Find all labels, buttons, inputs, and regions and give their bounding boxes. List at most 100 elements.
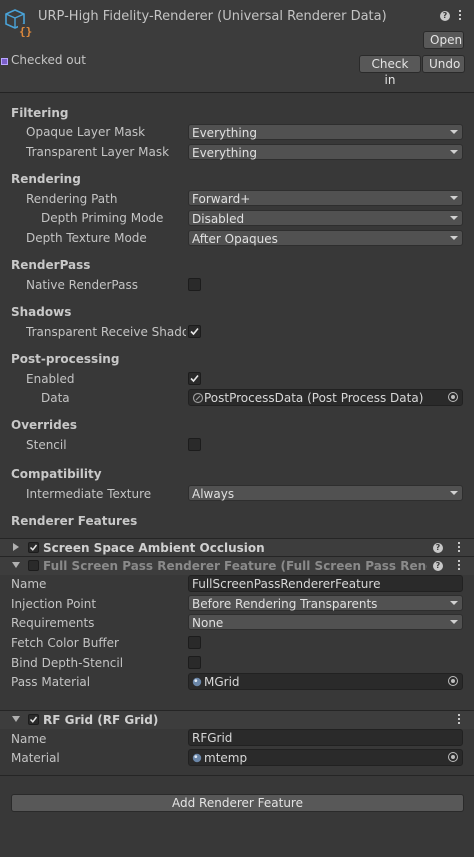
dropdown-arrow-icon [450, 216, 458, 220]
rf-grid-name-label: Name [11, 732, 47, 746]
dropdown-arrow-icon [450, 130, 458, 134]
rf-grid-material-label: Material [11, 751, 60, 765]
requirements-label: Requirements [11, 616, 95, 630]
transparent-layer-mask-dropdown[interactable]: Everything [188, 144, 463, 160]
injection-point-label: Injection Point [11, 597, 97, 611]
more-options-icon[interactable] [458, 714, 461, 726]
opaque-layer-mask-label: Opaque Layer Mask [26, 125, 146, 139]
opaque-layer-mask-value: Everything [192, 126, 257, 140]
pass-material-value: MGrid [204, 675, 240, 689]
section-overrides: Overrides [11, 418, 77, 432]
fullscreen-name-input[interactable]: FullScreenPassRendererFeature [188, 575, 463, 592]
native-renderpass-label: Native RenderPass [26, 278, 138, 292]
fullscreen-name-value: FullScreenPassRendererFeature [192, 577, 381, 591]
transparent-receive-shadows-label: Transparent Receive Shadows [26, 325, 186, 339]
rf-grid-name-value: RFGrid [192, 731, 233, 745]
ssao-enabled-checkbox[interactable] [28, 542, 39, 553]
checkmark-icon [190, 327, 199, 336]
dropdown-arrow-icon [450, 150, 458, 154]
stencil-checkbox[interactable] [188, 438, 201, 451]
native-renderpass-checkbox[interactable] [188, 278, 201, 291]
transparent-layer-mask-label: Transparent Layer Mask [26, 145, 170, 159]
section-filtering: Filtering [11, 106, 69, 120]
section-post-processing: Post-processing [11, 352, 120, 366]
foldout-expanded-icon[interactable] [12, 561, 20, 569]
dropdown-arrow-icon [450, 491, 458, 495]
fetch-color-buffer-checkbox[interactable] [188, 636, 201, 649]
depth-texture-mode-dropdown[interactable]: After Opaques [188, 230, 463, 246]
bind-depth-stencil-label: Bind Depth-Stencil [11, 656, 124, 670]
post-process-data-field[interactable]: PostProcessData (Post Process Data) [188, 389, 463, 406]
checked-out-badge-icon [1, 58, 8, 65]
object-picker-icon[interactable] [448, 752, 458, 762]
fetch-color-buffer-label: Fetch Color Buffer [11, 636, 119, 650]
depth-priming-mode-dropdown[interactable]: Disabled [188, 210, 463, 226]
material-icon [192, 753, 202, 763]
intermediate-texture-label: Intermediate Texture [26, 487, 152, 501]
opaque-layer-mask-dropdown[interactable]: Everything [188, 124, 463, 140]
foldout-collapsed-icon[interactable] [12, 543, 20, 551]
section-renderpass: RenderPass [11, 258, 91, 272]
more-options-icon[interactable] [458, 542, 461, 554]
feature-header-ssao[interactable]: Screen Space Ambient Occlusion ? [0, 538, 474, 557]
pass-material-label: Pass Material [11, 675, 91, 689]
injection-point-dropdown[interactable]: Before Rendering Transparents [188, 595, 463, 611]
rendering-path-dropdown[interactable]: Forward+ [188, 190, 463, 206]
rendering-path-value: Forward+ [192, 192, 251, 206]
checkmark-icon [29, 544, 38, 551]
post-processing-enabled-checkbox[interactable] [188, 372, 201, 385]
feature-header-rf-grid[interactable]: RF Grid (RF Grid) [0, 710, 474, 729]
post-process-data-value: PostProcessData (Post Process Data) [204, 391, 424, 405]
open-button[interactable]: Open [423, 31, 464, 49]
foldout-expanded-icon[interactable] [12, 715, 20, 723]
scriptable-object-icon [192, 392, 204, 404]
rf-grid-material-value: mtemp [204, 751, 248, 765]
transparent-receive-shadows-checkbox[interactable] [188, 325, 201, 338]
divider [0, 775, 474, 776]
inspector-header: {} URP-High Fidelity-Renderer (Universal… [0, 0, 474, 93]
dropdown-arrow-icon [450, 601, 458, 605]
fullscreen-pass-enabled-checkbox[interactable] [28, 560, 39, 571]
checked-out-label: Checked out [11, 53, 86, 67]
section-compatibility: Compatibility [11, 467, 102, 481]
post-process-data-label: Data [41, 391, 70, 405]
dropdown-arrow-icon [450, 236, 458, 240]
renderer-asset-icon: {} [4, 8, 34, 38]
intermediate-texture-dropdown[interactable]: Always [188, 485, 463, 501]
help-icon[interactable]: ? [440, 11, 450, 21]
requirements-value: None [192, 616, 224, 630]
object-picker-icon[interactable] [448, 392, 458, 402]
rf-grid-material-field[interactable]: mtemp [188, 749, 463, 766]
depth-texture-mode-value: After Opaques [192, 232, 278, 246]
check-in-button[interactable]: Check in [359, 55, 421, 87]
post-processing-enabled-label: Enabled [26, 372, 75, 386]
stencil-label: Stencil [26, 438, 67, 452]
fullscreen-pass-title: Full Screen Pass Renderer Feature (Full … [43, 559, 427, 573]
section-renderer-features: Renderer Features [11, 514, 138, 528]
checkmark-icon [29, 716, 38, 723]
depth-priming-mode-value: Disabled [192, 212, 245, 226]
more-options-icon[interactable] [458, 560, 461, 572]
help-icon[interactable]: ? [433, 561, 443, 571]
undo-button[interactable]: Undo [422, 55, 465, 73]
more-options-icon[interactable] [459, 10, 462, 22]
object-picker-icon[interactable] [448, 676, 458, 686]
asset-title: URP-High Fidelity-Renderer (Universal Re… [38, 9, 387, 24]
depth-texture-mode-label: Depth Texture Mode [26, 231, 147, 245]
rf-grid-title: RF Grid (RF Grid) [43, 713, 159, 727]
pass-material-field[interactable]: MGrid [188, 673, 463, 690]
ssao-title: Screen Space Ambient Occlusion [43, 541, 265, 555]
feature-header-fullscreen-pass[interactable]: Full Screen Pass Renderer Feature (Full … [0, 556, 474, 575]
fullscreen-name-label: Name [11, 577, 47, 591]
requirements-dropdown[interactable]: None [188, 614, 463, 630]
help-icon[interactable]: ? [433, 543, 443, 553]
dropdown-arrow-icon [450, 196, 458, 200]
depth-priming-mode-label: Depth Priming Mode [41, 211, 164, 225]
section-shadows: Shadows [11, 305, 72, 319]
rf-grid-enabled-checkbox[interactable] [28, 714, 39, 725]
rf-grid-name-input[interactable]: RFGrid [188, 729, 463, 746]
injection-point-value: Before Rendering Transparents [192, 597, 378, 611]
dropdown-arrow-icon [450, 620, 458, 624]
add-renderer-feature-button[interactable]: Add Renderer Feature [11, 794, 464, 812]
bind-depth-stencil-checkbox[interactable] [188, 656, 201, 669]
